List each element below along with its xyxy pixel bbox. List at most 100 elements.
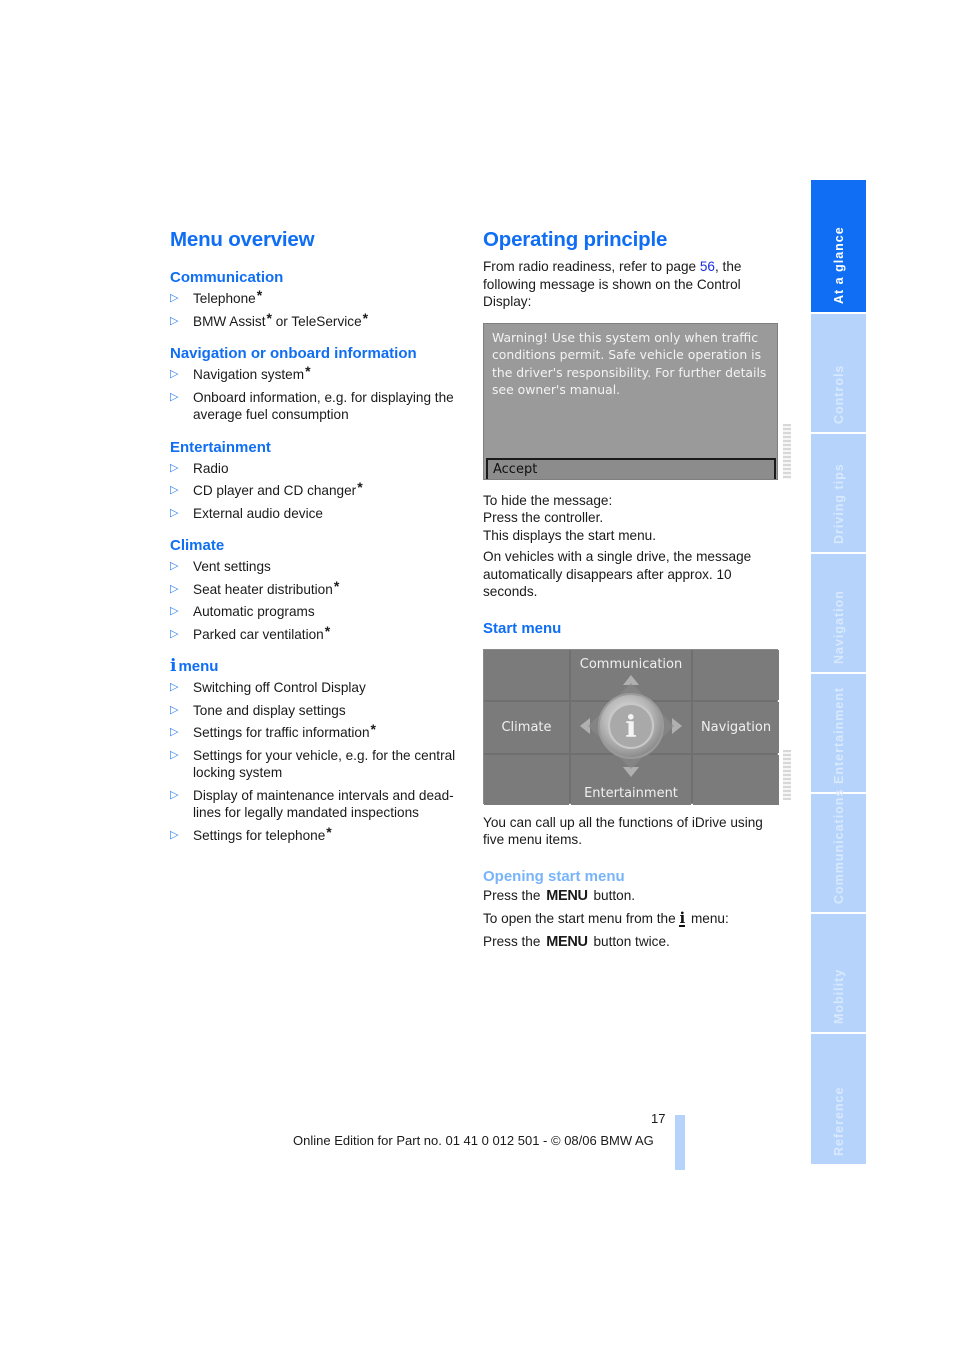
chapter-tab-label: Reference [831, 1086, 846, 1156]
triangle-bullet-icon: ▷ [170, 484, 179, 496]
triangle-bullet-icon: ▷ [170, 748, 179, 761]
triangle-bullet-icon: ▷ [170, 605, 179, 617]
press-menu-line: Press the MENU button. [483, 887, 778, 906]
start-menu-corner [693, 754, 779, 805]
chapter-tab-label: Mobility [831, 968, 846, 1024]
text: To open the start menu from the [483, 911, 680, 926]
section-heading: Entertainment [170, 438, 465, 458]
list-item: ▷ Navigation system* [170, 363, 465, 384]
triangle-bullet-icon: ▷ [170, 726, 179, 738]
start-menu-navigation[interactable]: Navigation [693, 701, 779, 753]
chapter-tab[interactable]: At a glance [811, 180, 866, 312]
list-item: ▷ Vent settings [170, 558, 465, 576]
menu-button-label: MENU [546, 887, 588, 904]
menu-section: Entertainment ▷ Radio ▷ CD player and CD cha… [170, 438, 465, 523]
hide-message-block: To hide the message: Press the controlle… [483, 492, 778, 545]
list-item-text: External audio device [193, 505, 323, 521]
section-heading: Communication [170, 268, 465, 288]
list-item: ▷ Switching off Control Display [170, 679, 465, 697]
chapter-tab-label: Driving tips [831, 463, 846, 544]
optional-equipment-asterisk: * [324, 622, 331, 639]
single-drive-note: On vehicles with a single drive, the mes… [483, 549, 752, 599]
menu-item-list: ▷ Navigation system* ▷ Onboard information,… [170, 363, 465, 424]
list-item: ▷ External audio device [170, 505, 465, 523]
start-menu-climate[interactable]: Climate [484, 701, 569, 753]
page-number: 17 [651, 1111, 666, 1126]
start-menu-communication[interactable]: Communication [571, 649, 691, 700]
chapter-tab[interactable]: Mobility [811, 914, 866, 1032]
operating-principle-title: Operating principle [483, 228, 668, 251]
section-heading-text: Entertainment [170, 438, 271, 456]
chapter-tab[interactable]: Navigation [811, 554, 866, 672]
accept-button[interactable]: Accept [486, 457, 776, 479]
menu-item-list: ▷ Telephone* ▷ BMW Assist* or TeleService* [170, 287, 465, 330]
triangle-bullet-icon: ▷ [170, 506, 179, 519]
optional-equipment-asterisk: * [326, 823, 332, 840]
triangle-bullet-icon: ▷ [170, 703, 179, 716]
start-menu-entertainment[interactable]: Entertainment [571, 754, 691, 805]
list-item-text: Onboard information, e.g. for displaying… [193, 389, 454, 423]
triangle-bullet-icon: ▷ [170, 828, 179, 841]
list-item-text: Radio [193, 460, 229, 476]
list-item-text-suffix: or TeleService [271, 313, 362, 329]
list-item: ▷ Seat heater distribution* [170, 578, 465, 599]
menu-button-label: MENU [546, 933, 588, 950]
triangle-bullet-icon: ▷ [170, 582, 179, 595]
chapter-tabs: At a glance Controls Driving tips Navigatio… [811, 180, 866, 1166]
list-item: ▷ Onboard information, e.g. for displayin… [170, 389, 465, 424]
list-item-text: Automatic programs [193, 604, 315, 619]
optional-equipment-asterisk: * [305, 363, 311, 379]
menu-item-list: ▷ Vent settings ▷ Seat heater distribution*… [170, 558, 465, 643]
optional-equipment-asterisk: * [362, 309, 369, 326]
menu-item-list: ▷ Radio ▷ CD player and CD changer* ▷ Externa… [170, 460, 465, 523]
list-item-text: Display of maintenance intervals and dea… [193, 787, 454, 821]
text: button. [589, 887, 636, 903]
chapter-tab[interactable]: Communications [811, 789, 866, 912]
i-info-icon: i [170, 656, 177, 676]
chapter-tab-label: Communications [831, 788, 846, 904]
chapter-tab[interactable]: Controls [811, 314, 866, 432]
hide-line: To hide the message: [483, 492, 613, 508]
page-reference-link[interactable]: 56 [700, 259, 715, 274]
list-item: ▷ Settings for your vehicle, e.g. for the… [170, 747, 465, 782]
triangle-bullet-icon: ▷ [170, 560, 179, 572]
intro-paragraph: From radio readiness, refer to page 56, … [483, 258, 778, 311]
triangle-bullet-icon: ▷ [170, 314, 179, 327]
menu-section: Navigation or onboard information ▷ Naviga… [170, 344, 465, 424]
list-item-text: Telephone [193, 291, 256, 306]
menu-section: i menu ▷ Switching off Control Display ▷ Tone… [170, 657, 465, 844]
start-menu-heading: Start menu [483, 619, 562, 637]
triangle-bullet-icon: ▷ [170, 627, 179, 640]
optional-equipment-asterisk: * [370, 721, 376, 737]
from-i-menu-line: To open the start menu from the i menu: [483, 910, 778, 928]
menu-overview-title: Menu overview [170, 228, 315, 251]
menu-section: Communication ▷ Telephone* ▷ BMW Assist* or … [170, 268, 465, 330]
press-menu-twice-line: Press the MENU button twice. [483, 933, 778, 952]
chapter-tab-label: Navigation [831, 590, 846, 664]
chapter-tab[interactable]: Entertainment [811, 674, 866, 792]
operating-principle-column: Operating principle From radio readiness… [483, 226, 791, 952]
warning-message: Warning! Use this system only when traff… [492, 329, 767, 398]
list-item: ▷ Settings for traffic information* [170, 721, 465, 742]
list-item: ▷ Settings for telephone* [170, 823, 465, 845]
chapter-tab-label: Entertainment [831, 686, 846, 784]
section-heading: Climate [170, 536, 465, 556]
menu-overview-sections: Communication ▷ Telephone* ▷ BMW Assist* or … [170, 268, 465, 844]
list-item-text: Settings for your vehicle, e.g. for the … [193, 747, 456, 781]
list-item-text: Navigation system [193, 367, 305, 382]
menu-overview-column: Menu overview Communication ▷ Telephone* ▷ B… [170, 226, 465, 849]
start-menu-corner [693, 649, 779, 700]
triangle-bullet-icon: ▷ [170, 461, 179, 474]
triangle-bullet-icon: ▷ [170, 292, 179, 304]
list-item: ▷ Tone and display settings [170, 702, 465, 720]
list-item-text: Settings for traffic information [193, 725, 370, 740]
chapter-tab[interactable]: Driving tips [811, 434, 866, 552]
i-info-icon: i [679, 909, 686, 927]
section-heading-text: Communication [170, 269, 284, 286]
chapter-tab-label: Controls [831, 364, 846, 424]
optional-equipment-asterisk: * [256, 287, 263, 303]
list-item-text: Settings for telephone [193, 827, 326, 843]
section-heading-text: menu [178, 658, 219, 675]
chapter-tab[interactable]: Reference [811, 1034, 866, 1164]
list-item: ▷ Telephone* [170, 287, 465, 308]
